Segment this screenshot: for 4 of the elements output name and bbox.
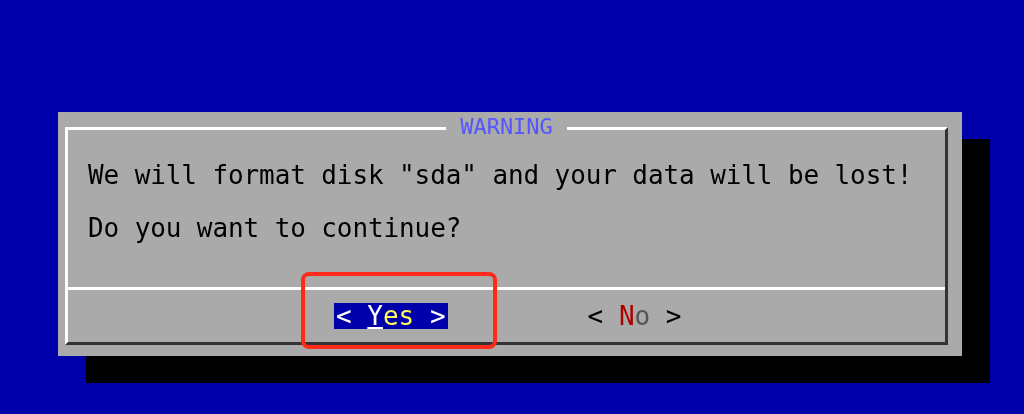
dialog-button[interactable]: < No > (585, 303, 684, 329)
dialog-button[interactable]: < Yes > (334, 303, 448, 329)
dialog-message: We will format disk "sda" and your data will be lost! (88, 160, 914, 191)
dialog-message: Do you want to continue? (88, 213, 463, 244)
